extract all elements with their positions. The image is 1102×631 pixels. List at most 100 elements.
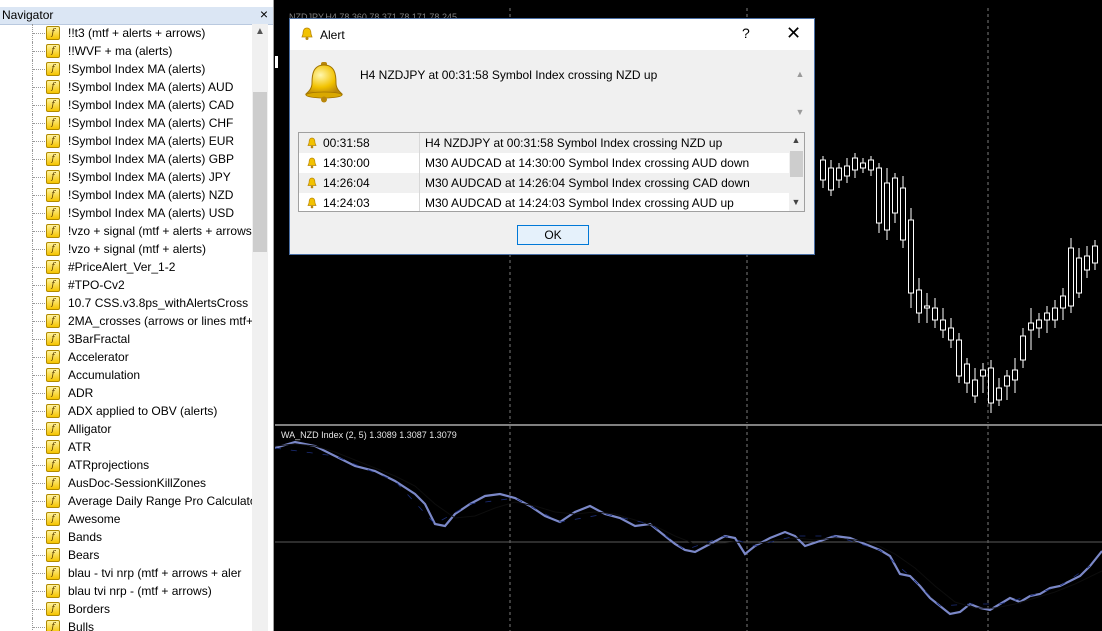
alert-history-row[interactable]: 14:24:03 M30 AUDCAD at 14:24:03 Symbol In… — [299, 193, 789, 211]
alert-titlebar: Alert ? ✕ — [290, 19, 814, 50]
alert-history-row[interactable]: 14:26:04 M30 AUDCAD at 14:26:04 Symbol In… — [299, 173, 789, 193]
navigator-item[interactable]: f 10.7 CSS.v3.8ps_withAlertsCross — [0, 294, 252, 312]
scroll-thumb[interactable] — [253, 92, 267, 252]
navigator-item[interactable]: f ADR — [0, 384, 252, 402]
tree-connector — [32, 312, 47, 330]
alert-time: 00:31:58 — [323, 136, 370, 150]
navigator-item-label: !Symbol Index MA (alerts) CHF — [68, 116, 234, 130]
candle-body — [836, 167, 842, 181]
navigator-item[interactable]: f Bulls — [0, 618, 252, 631]
tree-connector — [32, 528, 47, 546]
navigator-item[interactable]: f Average Daily Range Pro Calculato — [0, 492, 252, 510]
navigator-item[interactable]: f Alligator — [0, 420, 252, 438]
alert-history-row[interactable]: 14:30:00 M30 AUDCAD at 14:30:00 Symbol In… — [299, 153, 789, 173]
navigator-item-label: !Symbol Index MA (alerts) CAD — [68, 98, 235, 112]
navigator-item-label: Alligator — [68, 422, 112, 436]
custom-indicator-icon: f — [46, 260, 60, 274]
navigator-item[interactable]: f !Symbol Index MA (alerts) CHF — [0, 114, 252, 132]
scroll-down-arrow-icon[interactable]: ▼ — [793, 107, 807, 117]
navigator-item[interactable]: f !!t3 (mtf + alerts + arrows) — [0, 24, 252, 42]
ok-button[interactable]: OK — [517, 225, 589, 245]
tree-connector — [32, 402, 47, 420]
custom-indicator-icon: f — [46, 566, 60, 580]
candle-fill — [957, 340, 961, 376]
navigator-item[interactable]: f blau tvi nrp - (mtf + arrows) — [0, 582, 252, 600]
candle-body — [868, 159, 874, 171]
alert-history-list: 00:31:58 H4 NZDJPY at 00:31:58 Symbol Ind… — [298, 132, 805, 212]
tree-connector — [32, 438, 47, 456]
custom-indicator-icon: f — [46, 62, 60, 76]
navigator-item[interactable]: f Bands — [0, 528, 252, 546]
navigator-item[interactable]: f !Symbol Index MA (alerts) NZD — [0, 186, 252, 204]
scroll-thumb[interactable] — [790, 151, 803, 177]
navigator-item[interactable]: f !Symbol Index MA (alerts) EUR — [0, 132, 252, 150]
oscillator-pane[interactable] — [275, 426, 1102, 631]
navigator-item[interactable]: f !Symbol Index MA (alerts) JPY — [0, 168, 252, 186]
help-icon[interactable]: ? — [742, 25, 750, 41]
tree-connector — [32, 96, 47, 114]
navigator-close-icon[interactable]: × — [260, 6, 268, 22]
navigator-item[interactable]: f #PriceAlert_Ver_1-2 — [0, 258, 252, 276]
navigator-item-label: 3BarFractal — [68, 332, 131, 346]
alert-history-row[interactable]: 00:31:58 H4 NZDJPY at 00:31:58 Symbol Ind… — [299, 133, 789, 153]
scroll-up-arrow-icon[interactable]: ▲ — [793, 69, 807, 79]
navigator-item-label: !Symbol Index MA (alerts) USD — [68, 206, 235, 220]
alert-row-message: H4 NZDJPY at 00:31:58 Symbol Index cross… — [425, 136, 723, 150]
candle-fill — [821, 160, 825, 180]
scroll-up-arrow-icon[interactable]: ▲ — [789, 135, 803, 145]
navigator-item[interactable]: f Bears — [0, 546, 252, 564]
candle-fill — [965, 364, 969, 383]
tree-connector — [32, 294, 47, 312]
navigator-item[interactable]: f !vzo + signal (mtf + alerts + arrows — [0, 222, 252, 240]
navigator-item[interactable]: f #TPO-Cv2 — [0, 276, 252, 294]
navigator-item[interactable]: f !Symbol Index MA (alerts) GBP — [0, 150, 252, 168]
navigator-item-label: !!t3 (mtf + alerts + arrows) — [68, 26, 206, 40]
navigator-item[interactable]: f Accelerator — [0, 348, 252, 366]
tree-connector — [32, 240, 47, 258]
navigator-item[interactable]: f !vzo + signal (mtf + alerts) — [0, 240, 252, 258]
scroll-up-arrow-icon[interactable]: ▲ — [252, 26, 268, 40]
navigator-item-label: Bulls — [68, 620, 95, 631]
candle-fill — [1069, 248, 1073, 306]
navigator-item[interactable]: f 3BarFractal — [0, 330, 252, 348]
navigator-item[interactable]: f ATRprojections — [0, 456, 252, 474]
navigator-item[interactable]: f AusDoc-SessionKillZones — [0, 474, 252, 492]
navigator-item[interactable]: f Borders — [0, 600, 252, 618]
navigator-item[interactable]: f Awesome — [0, 510, 252, 528]
tree-connector — [32, 60, 47, 78]
navigator-scrollbar[interactable]: ▲ — [252, 24, 268, 631]
navigator-item-label: ADX applied to OBV (alerts) — [68, 404, 218, 418]
navigator-item[interactable]: f !Symbol Index MA (alerts) USD — [0, 204, 252, 222]
candle-fill — [901, 188, 905, 240]
custom-indicator-icon: f — [46, 170, 60, 184]
custom-indicator-icon: f — [46, 116, 60, 130]
close-icon[interactable]: ✕ — [786, 23, 801, 44]
tree-connector — [32, 222, 47, 240]
navigator-item[interactable]: f ATR — [0, 438, 252, 456]
tree-connector — [32, 348, 47, 366]
list-scrollbar[interactable]: ▲ ▼ — [789, 133, 804, 211]
navigator-item[interactable]: f blau - tvi nrp (mtf + arrows + aler — [0, 564, 252, 582]
bell-icon — [307, 197, 317, 209]
navigator-item[interactable]: f Accumulation — [0, 366, 252, 384]
tree-connector — [32, 456, 47, 474]
navigator-item[interactable]: f ADX applied to OBV (alerts) — [0, 402, 252, 420]
navigator-item[interactable]: f !Symbol Index MA (alerts) CAD — [0, 96, 252, 114]
custom-indicator-icon: f — [46, 26, 60, 40]
fast-line-accent — [275, 447, 1091, 607]
navigator-item[interactable]: f 2MA_crosses (arrows or lines mtf+a — [0, 312, 252, 330]
tree-connector — [32, 150, 47, 168]
column-divider — [419, 193, 420, 211]
custom-indicator-icon: f — [46, 350, 60, 364]
navigator-item[interactable]: f !Symbol Index MA (alerts) — [0, 60, 252, 78]
custom-indicator-icon: f — [46, 296, 60, 310]
tree-connector — [32, 510, 47, 528]
scroll-down-arrow-icon[interactable]: ▼ — [789, 197, 803, 207]
custom-indicator-icon: f — [46, 332, 60, 346]
message-scrollbar[interactable]: ▲ ▼ — [793, 69, 807, 121]
navigator-panel: Navigator × f !!t3 (mtf + alerts + arrows… — [0, 0, 274, 631]
candle-fill — [845, 166, 849, 176]
navigator-item[interactable]: f !!WVF + ma (alerts) — [0, 42, 252, 60]
navigator-item[interactable]: f !Symbol Index MA (alerts) AUD — [0, 78, 252, 96]
navigator-item-label: !Symbol Index MA (alerts) AUD — [68, 80, 234, 94]
